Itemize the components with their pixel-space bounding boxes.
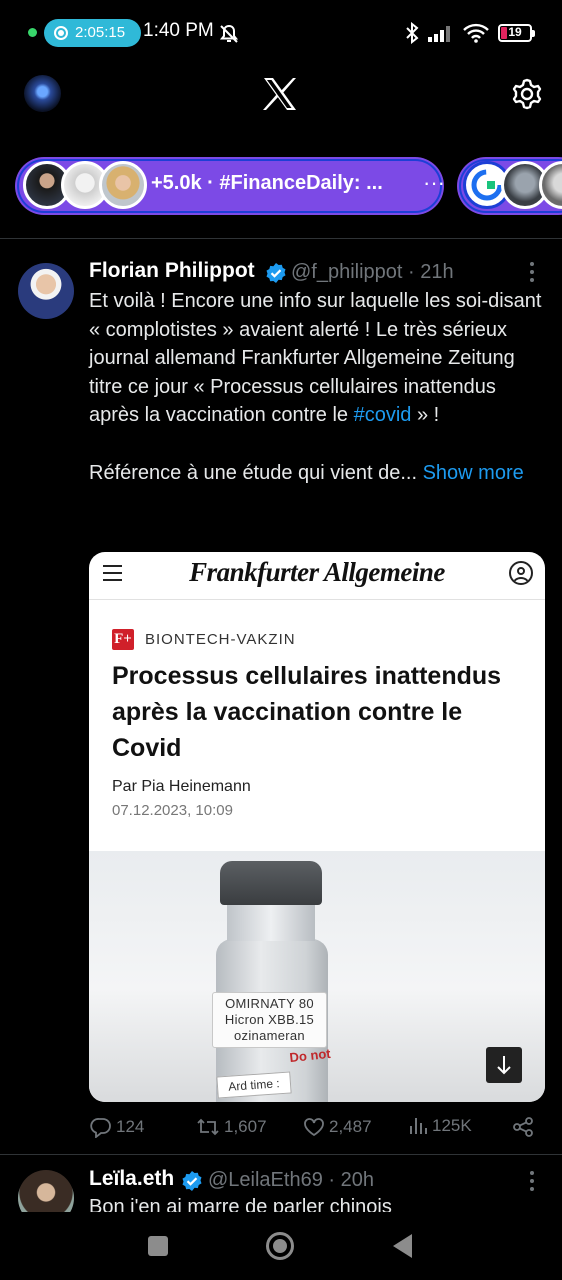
analytics-icon [410, 1118, 427, 1134]
recording-time: 2:05:15 [75, 24, 126, 41]
screen-recording-pill[interactable]: 2:05:15 [44, 19, 141, 47]
show-more-link[interactable]: Show more [423, 462, 524, 484]
battery-percent: 19 [508, 25, 522, 39]
vial-label-line: ozinameran [234, 1028, 305, 1043]
like-button[interactable]: 2,487 [303, 1116, 372, 1138]
author-handle-time: @LeilaEth69 · 20h [208, 1169, 374, 1192]
download-button [486, 1047, 522, 1083]
view-count: 125K [432, 1116, 472, 1135]
post-time: · 20h [328, 1169, 374, 1191]
post-actions: 124 1,607 2,487 125K [0, 1116, 562, 1142]
arrow-down-icon [497, 1056, 511, 1075]
more-icon[interactable]: ··· [423, 170, 445, 196]
repost-count: 1,607 [224, 1117, 267, 1136]
repost-button[interactable]: 1,607 [196, 1116, 267, 1138]
more-options-icon[interactable] [530, 262, 536, 282]
recent-apps-button[interactable] [148, 1236, 168, 1256]
vaccine-vial-photo: OMIRNATY 80 Hicron XBB.15 ozinameran Do … [89, 851, 545, 1102]
x-logo-icon[interactable] [262, 77, 298, 111]
signal-icon [428, 26, 450, 42]
status-icons: 19 [405, 20, 535, 46]
divider [0, 238, 562, 239]
like-count: 2,487 [329, 1117, 372, 1136]
vial-label-line: Hicron XBB.15 [224, 1012, 315, 1027]
post-image[interactable]: Frankfurter Allgemeine F+ BIONTECH-VAKZI… [89, 552, 545, 1102]
reply-count: 124 [116, 1117, 145, 1136]
vial-label: OMIRNATY 80 Hicron XBB.15 ozinameran [212, 992, 327, 1048]
bluetooth-icon [406, 22, 419, 44]
verified-badge-icon [266, 263, 286, 283]
reply-button[interactable]: 124 [90, 1116, 144, 1138]
bell-muted-icon [219, 24, 239, 43]
wifi-icon [463, 23, 489, 43]
author-name[interactable]: Florian Philippot [89, 259, 255, 283]
views-button[interactable]: 125K [408, 1116, 472, 1136]
user-icon [509, 561, 533, 585]
vial-label-line: OMIRNATY 80 [225, 996, 314, 1011]
heart-icon [304, 1118, 324, 1137]
post-text-part1: Et voilà ! Encore une info sur laquelle … [89, 290, 548, 427]
clock: 1:40 PM [143, 20, 214, 41]
faz-masthead: Frankfurter Allgemeine [189, 557, 445, 587]
article-byline: Par Pia Heinemann [112, 778, 251, 795]
share-icon [513, 1117, 533, 1137]
faz-header: Frankfurter Allgemeine [89, 552, 545, 600]
vial-neck [227, 903, 315, 941]
post-text: Et voilà ! Encore une info sur laquelle … [89, 287, 544, 487]
back-button[interactable] [393, 1234, 412, 1258]
author-handle[interactable]: @f_philippot [291, 261, 402, 283]
post-time: · 21h [408, 261, 454, 283]
author-avatar[interactable] [18, 263, 74, 319]
gear-icon[interactable] [510, 77, 544, 111]
space-card[interactable] [457, 157, 562, 215]
article-date: 07.12.2023, 10:09 [112, 802, 233, 819]
privacy-indicator-dot [28, 28, 37, 37]
hashtag-link[interactable]: #covid [354, 404, 412, 426]
article-headline: Processus cellulaires inattendus après l… [112, 662, 502, 762]
space-card[interactable]: +5.0k · #FinanceDaily: ... ··· [15, 157, 445, 215]
battery-icon: 19 [498, 24, 535, 42]
system-navigation-bar [0, 1212, 562, 1280]
author-name[interactable]: Leïla.eth [89, 1167, 174, 1191]
vial-cap [220, 861, 322, 905]
verified-badge-icon [182, 1171, 202, 1191]
more-options-icon[interactable] [530, 1171, 536, 1191]
space-title: +5.0k · #FinanceDaily: ... [151, 172, 383, 195]
space-speaker-avatar [99, 161, 147, 209]
space-name: #FinanceDaily: ... [219, 172, 383, 194]
status-bar: 2:05:15 1:40 PM 19 [0, 0, 562, 66]
article-kicker: BIONTECH-VAKZIN [145, 631, 296, 648]
repost-icon [197, 1118, 219, 1136]
space-listener-count: +5.0k [151, 172, 202, 194]
author-handle[interactable]: @LeilaEth69 [208, 1169, 323, 1191]
divider [0, 1154, 562, 1155]
share-button[interactable] [512, 1116, 534, 1138]
record-icon [54, 26, 68, 40]
home-button[interactable] [266, 1232, 294, 1260]
space-separator: · [207, 172, 214, 194]
reply-icon [90, 1118, 111, 1138]
author-handle-time: @f_philippot · 21h [291, 261, 454, 284]
faz-plus-badge: F+ [112, 629, 134, 650]
profile-avatar[interactable] [24, 75, 61, 112]
